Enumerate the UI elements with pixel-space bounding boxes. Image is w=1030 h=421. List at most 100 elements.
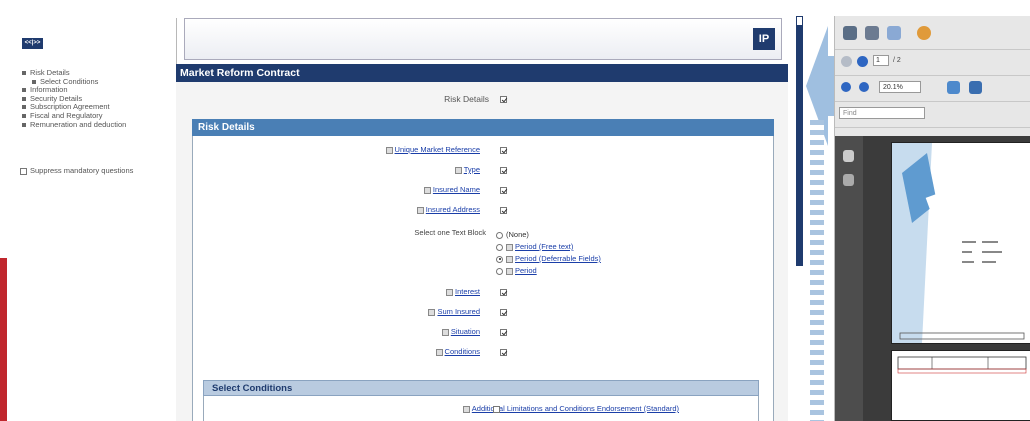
next-page-icon[interactable] [857, 56, 868, 67]
field-icon [428, 308, 436, 316]
risk-details-checkbox[interactable] [500, 96, 507, 103]
viewer-side-panel [835, 136, 863, 421]
field-icon [506, 255, 513, 263]
option-link[interactable]: Period (Deferrable Fields) [515, 254, 601, 263]
field-icon [435, 348, 443, 356]
field-link[interactable]: Insured Address [426, 205, 480, 214]
field-icon [506, 267, 513, 275]
risk-details-label: Risk Details [444, 94, 489, 104]
select-text-block-label: Select one Text Block [414, 228, 486, 237]
page-number-input[interactable]: 1 [873, 55, 889, 66]
field-link[interactable]: Unique Market Reference [395, 145, 480, 154]
risk-details-section [192, 136, 774, 421]
field-row: Unique Market Reference [192, 145, 774, 157]
pdf-viewer: 1 / 2 20.1% Find [834, 16, 1030, 421]
field-checkbox[interactable] [500, 349, 507, 356]
text-block-option[interactable]: Period (Deferrable Fields) [496, 254, 601, 263]
radio-button-selected[interactable] [496, 255, 503, 263]
bullet-icon [22, 88, 26, 93]
field-row: Situation [192, 327, 774, 339]
nav-item-label[interactable]: Remuneration and deduction [30, 120, 126, 129]
prev-page-icon[interactable] [841, 56, 852, 67]
option-link[interactable]: Period (Free text) [515, 242, 573, 251]
radio-button[interactable] [496, 267, 503, 275]
header-banner: IP [184, 18, 782, 60]
attachments-icon[interactable] [843, 174, 854, 186]
scroll-up-arrow[interactable] [796, 16, 803, 26]
zoom-in-icon[interactable] [859, 82, 869, 92]
fit-width-icon[interactable] [969, 81, 982, 94]
zoom-level-field[interactable]: 20.1% [879, 81, 921, 93]
email-icon[interactable] [887, 26, 901, 40]
field-checkbox[interactable] [500, 289, 507, 296]
radio-button[interactable] [496, 243, 503, 251]
condition-checkbox[interactable] [493, 406, 500, 413]
field-link[interactable]: Situation [451, 327, 480, 336]
select-conditions-header: Select Conditions [203, 380, 759, 396]
document-page-1 [891, 142, 1030, 344]
panel-toggle-button[interactable]: <<|>> [22, 38, 43, 49]
option-label: (None) [506, 230, 529, 239]
field-row: Insured Address [192, 205, 774, 217]
viewer-toolbar-3: 20.1% [835, 76, 1030, 102]
field-icon [445, 288, 453, 296]
text-block-option[interactable]: Period [496, 266, 537, 275]
page-total: / 2 [893, 57, 901, 64]
field-link[interactable]: Interest [455, 287, 480, 296]
field-row: Type [192, 165, 774, 177]
field-icon [506, 243, 513, 251]
find-input[interactable]: Find [839, 107, 925, 119]
text-block-option[interactable]: Period (Free text) [496, 242, 573, 251]
field-icon [416, 206, 424, 214]
form-title: Market Reform Contract [176, 64, 788, 82]
viewer-toolbar-2: 1 / 2 [835, 50, 1030, 76]
viewer-toolbar-1 [835, 16, 1030, 50]
condition-link[interactable]: Additional Limitations and Conditions En… [472, 404, 679, 413]
red-accent-bar [0, 258, 7, 421]
field-row: Sum Insured [192, 307, 774, 319]
field-link[interactable]: Sum Insured [437, 307, 480, 316]
field-row: Conditions [192, 347, 774, 359]
field-link[interactable]: Insured Name [433, 185, 480, 194]
field-checkbox[interactable] [500, 147, 507, 154]
pages-panel-icon[interactable] [843, 150, 854, 162]
bullet-icon [22, 113, 26, 118]
nav-item-remuneration[interactable]: Remuneration and deduction [22, 120, 126, 130]
suppress-mandatory-label: Suppress mandatory questions [30, 166, 134, 175]
section-nav: Risk Details Select Conditions Informati… [22, 68, 126, 130]
suppress-mandatory-checkbox[interactable] [20, 167, 27, 175]
bullet-icon [22, 71, 26, 76]
zoom-out-icon[interactable] [841, 82, 851, 92]
page-thumbnails-area [863, 136, 1030, 421]
field-row: Insured Name [192, 185, 774, 197]
print-icon[interactable] [843, 26, 857, 40]
field-checkbox[interactable] [500, 207, 507, 214]
field-icon [454, 166, 462, 174]
globe-icon[interactable] [917, 26, 931, 40]
field-icon [462, 405, 470, 413]
field-link[interactable]: Type [464, 165, 480, 174]
risk-details-section-header: Risk Details [192, 119, 774, 136]
text-block-option[interactable]: (None) [496, 230, 529, 239]
field-icon [385, 146, 393, 154]
field-checkbox[interactable] [500, 167, 507, 174]
field-link[interactable]: Conditions [445, 347, 480, 356]
page-1-thumbnail [892, 143, 1025, 343]
save-icon[interactable] [865, 26, 879, 40]
bullet-icon [22, 105, 26, 110]
viewer-toolbar-4: Find [835, 102, 1030, 128]
fit-page-icon[interactable] [947, 81, 960, 94]
radio-button[interactable] [496, 231, 503, 239]
bullet-icon [22, 122, 26, 127]
vertical-scrollbar[interactable] [796, 16, 803, 266]
field-checkbox[interactable] [500, 187, 507, 194]
bullet-icon [22, 96, 26, 101]
option-link[interactable]: Period [515, 266, 537, 275]
ip-logo: IP [753, 28, 775, 50]
suppress-mandatory-option: Suppress mandatory questions [20, 166, 160, 175]
document-page-2 [891, 350, 1030, 421]
bullet-icon [32, 79, 36, 84]
striped-decoration [810, 120, 824, 421]
field-checkbox[interactable] [500, 309, 507, 316]
field-checkbox[interactable] [500, 329, 507, 336]
